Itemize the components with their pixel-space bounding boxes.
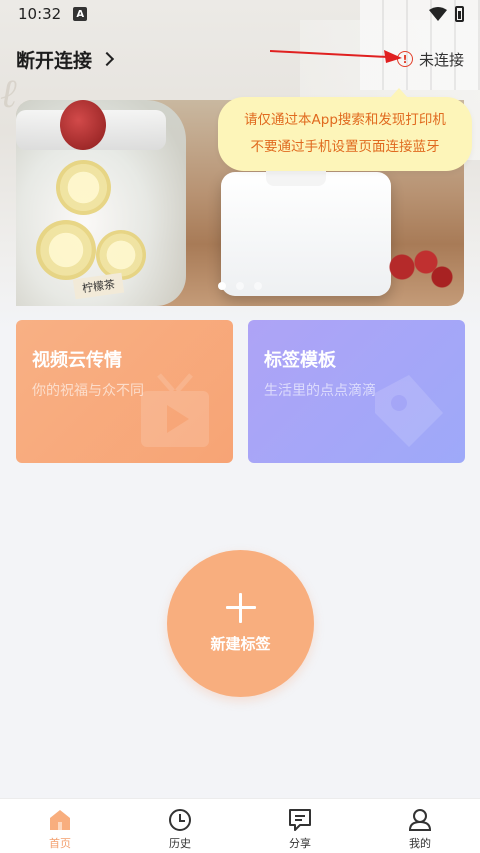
nav-label-profile: 我的 (409, 837, 431, 850)
connection-status-text: 未连接 (418, 50, 464, 69)
nav-label-share: 分享 (289, 837, 311, 850)
red-arrow-annotation (270, 50, 402, 63)
battery-icon (455, 6, 464, 22)
tip-line-2: 不要通过手机设置页面连接蓝牙 (250, 139, 440, 155)
tip-line-1: 请仅通过本App搜索和发现打印机 (244, 112, 446, 128)
nav-label-history: 历史 (169, 837, 191, 850)
carousel-dot[interactable] (236, 282, 244, 290)
banner-lemon-slice (36, 220, 96, 280)
profile-icon (408, 809, 432, 831)
status-indicators (429, 6, 464, 22)
status-time: 10:32 (18, 5, 62, 23)
video-card-title: 视频云传情 (32, 350, 122, 371)
wifi-icon (429, 7, 447, 21)
chevron-right-icon[interactable] (99, 51, 115, 67)
home-icon (50, 810, 70, 830)
nav-item-history[interactable]: 历史 (120, 799, 240, 853)
banner-printer-image (221, 172, 391, 296)
video-card[interactable]: 视频云传情 你的祝福与众不同 (16, 320, 233, 463)
nav-item-home[interactable]: 首页 (0, 799, 120, 853)
label-card-title: 标签模板 (264, 350, 336, 371)
nav-item-profile[interactable]: 我的 (360, 799, 480, 853)
new-label-text: 新建标签 (210, 635, 271, 653)
nav-item-share[interactable]: 分享 (240, 799, 360, 853)
top-header: 断开连接 ! 未连接 (0, 40, 480, 78)
device-name-title[interactable]: 断开连接 (16, 46, 92, 73)
banner-apple (60, 100, 106, 150)
connection-status[interactable]: ! 未连接 (396, 49, 464, 70)
tag-icon (375, 375, 443, 447)
clock-icon (169, 809, 191, 831)
connection-tip-bubble: 请仅通过本App搜索和发现打印机 不要通过手机设置页面连接蓝牙 (218, 88, 472, 171)
label-template-card[interactable]: 标签模板 生活里的点点滴滴 (248, 320, 465, 463)
banner-lemon-slice (56, 160, 111, 215)
share-icon (289, 809, 311, 831)
nav-label-home: 首页 (49, 837, 71, 850)
bottom-navigation: 首页 历史 分享 我的 (0, 798, 480, 853)
carousel-dot[interactable] (218, 282, 226, 290)
carousel-dot[interactable] (254, 282, 262, 290)
status-bar: 10:32 A (0, 0, 480, 28)
notification-icon: A (73, 7, 88, 21)
plus-icon (225, 593, 256, 623)
new-label-button[interactable]: 新建标签 (167, 550, 314, 697)
carousel-dots (16, 282, 464, 290)
tv-play-icon (141, 373, 209, 447)
